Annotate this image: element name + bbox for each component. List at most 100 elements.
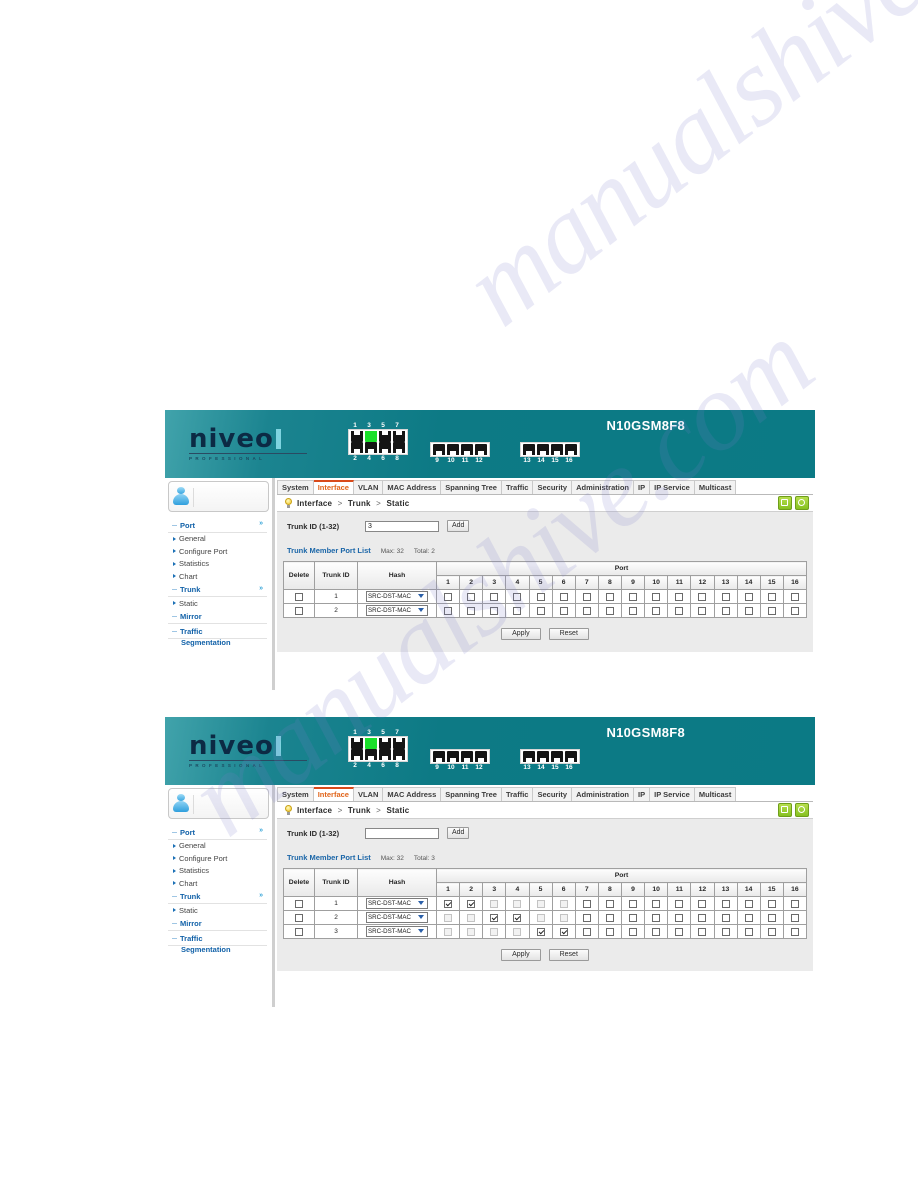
collapse-icon[interactable]: » <box>259 585 263 592</box>
sidebar-group-mirror[interactable]: Mirror <box>168 918 267 931</box>
tab-administration[interactable]: Administration <box>572 480 635 494</box>
port-checkbox-8[interactable] <box>605 927 614 936</box>
sidebar-item-statistics[interactable]: Statistics <box>168 558 272 571</box>
breadcrumb-level-3[interactable]: Static <box>386 806 409 815</box>
tab-system[interactable]: System <box>277 480 314 494</box>
port-checkbox-7[interactable] <box>582 899 591 908</box>
port-checkbox-5[interactable] <box>536 606 545 615</box>
tab-ip[interactable]: IP <box>634 480 651 494</box>
delete-checkbox[interactable] <box>295 927 303 936</box>
port-checkbox-6[interactable] <box>559 592 568 601</box>
port-checkbox-1[interactable] <box>444 606 453 615</box>
tab-system[interactable]: System <box>277 787 314 801</box>
sidebar-item-general[interactable]: General <box>168 840 272 853</box>
port-checkbox-6[interactable] <box>559 606 568 615</box>
port-checkbox-2[interactable] <box>467 592 476 601</box>
port-checkbox-12[interactable] <box>698 927 707 936</box>
tab-multicast[interactable]: Multicast <box>694 787 737 801</box>
sidebar-item-configure-port[interactable]: Configure Port <box>168 852 272 865</box>
tab-interface[interactable]: Interface <box>313 480 354 494</box>
user-box[interactable] <box>168 788 269 819</box>
breadcrumb-level-1[interactable]: Interface <box>297 499 332 508</box>
sidebar-group-traffic[interactable]: Traffic <box>168 625 267 639</box>
port-checkbox-15[interactable] <box>767 606 776 615</box>
port-checkbox-13[interactable] <box>721 899 730 908</box>
sidebar-group-trunk[interactable]: Trunk » <box>168 891 267 904</box>
port-checkbox-7[interactable] <box>582 606 591 615</box>
port-checkbox-9[interactable] <box>629 592 638 601</box>
port-checkbox-12[interactable] <box>698 592 707 601</box>
tab-mac-address[interactable]: MAC Address <box>383 787 442 801</box>
refresh-icon[interactable] <box>795 496 809 510</box>
port-checkbox-16[interactable] <box>790 592 799 601</box>
port-checkbox-8[interactable] <box>605 606 614 615</box>
reset-button[interactable]: Reset <box>548 949 589 961</box>
port-checkbox-13[interactable] <box>721 592 730 601</box>
collapse-icon[interactable]: » <box>259 827 263 834</box>
breadcrumb-level-3[interactable]: Static <box>386 499 409 508</box>
port-checkbox-11[interactable] <box>675 606 684 615</box>
save-icon[interactable] <box>778 803 792 817</box>
port-checkbox-12[interactable] <box>698 899 707 908</box>
port-checkbox-14[interactable] <box>744 606 753 615</box>
tab-mac-address[interactable]: MAC Address <box>383 480 442 494</box>
port-checkbox-9[interactable] <box>629 606 638 615</box>
hash-select[interactable]: SRC-DST-MACSRC-MACDST-MACSRC-DST-IPSRC-I… <box>366 898 428 909</box>
tab-security[interactable]: Security <box>533 787 573 801</box>
port-checkbox-16[interactable] <box>790 913 799 922</box>
apply-button[interactable]: Apply <box>501 628 541 640</box>
port-checkbox-4[interactable] <box>513 592 522 601</box>
port-checkbox-8[interactable] <box>605 913 614 922</box>
port-checkbox-12[interactable] <box>698 913 707 922</box>
port-checkbox-14[interactable] <box>744 913 753 922</box>
delete-checkbox[interactable] <box>295 592 303 601</box>
port-checkbox-3[interactable] <box>490 606 499 615</box>
tab-spanning-tree[interactable]: Spanning Tree <box>441 787 502 801</box>
apply-button[interactable]: Apply <box>501 949 541 961</box>
add-button[interactable]: Add <box>447 827 470 839</box>
tab-traffic[interactable]: Traffic <box>501 480 534 494</box>
port-checkbox-16[interactable] <box>790 606 799 615</box>
port-checkbox-15[interactable] <box>767 927 776 936</box>
port-checkbox-13[interactable] <box>721 606 730 615</box>
collapse-icon[interactable]: » <box>259 520 263 527</box>
refresh-icon[interactable] <box>795 803 809 817</box>
delete-checkbox[interactable] <box>295 913 303 922</box>
sidebar-item-statistics[interactable]: Statistics <box>168 865 272 878</box>
hash-select[interactable]: SRC-DST-MACSRC-MACDST-MACSRC-DST-IPSRC-I… <box>366 591 428 602</box>
port-checkbox-2[interactable] <box>467 899 476 908</box>
breadcrumb-level-2[interactable]: Trunk <box>348 806 371 815</box>
save-icon[interactable] <box>778 496 792 510</box>
port-checkbox-10[interactable] <box>652 913 661 922</box>
sidebar-group-mirror[interactable]: Mirror <box>168 611 267 624</box>
add-button[interactable]: Add <box>447 520 470 532</box>
port-checkbox-9[interactable] <box>629 899 638 908</box>
port-checkbox-11[interactable] <box>675 592 684 601</box>
sidebar-group-label-cont[interactable]: Segmentation <box>168 945 272 954</box>
delete-checkbox[interactable] <box>295 899 303 908</box>
breadcrumb-level-1[interactable]: Interface <box>297 806 332 815</box>
sidebar-group-trunk[interactable]: Trunk » <box>168 584 267 597</box>
sidebar-item-configure-port[interactable]: Configure Port <box>168 545 272 558</box>
port-checkbox-13[interactable] <box>721 913 730 922</box>
user-box[interactable] <box>168 481 269 512</box>
port-checkbox-6[interactable] <box>559 927 568 936</box>
tab-ip[interactable]: IP <box>634 787 651 801</box>
port-checkbox-14[interactable] <box>744 927 753 936</box>
sidebar-group-traffic[interactable]: Traffic <box>168 932 267 946</box>
port-checkbox-8[interactable] <box>605 592 614 601</box>
port-checkbox-11[interactable] <box>675 899 684 908</box>
port-checkbox-14[interactable] <box>744 899 753 908</box>
tab-ip-service[interactable]: IP Service <box>650 480 695 494</box>
port-checkbox-1[interactable] <box>444 592 453 601</box>
port-checkbox-3[interactable] <box>490 592 499 601</box>
sidebar-item-chart[interactable]: Chart <box>168 570 272 583</box>
tab-administration[interactable]: Administration <box>572 787 635 801</box>
port-checkbox-10[interactable] <box>652 927 661 936</box>
port-checkbox-5[interactable] <box>536 927 545 936</box>
sidebar-item-static[interactable]: Static <box>168 904 272 917</box>
sidebar-item-static[interactable]: Static <box>168 597 272 610</box>
trunk-id-input[interactable] <box>365 827 439 839</box>
port-checkbox-7[interactable] <box>582 927 591 936</box>
tab-multicast[interactable]: Multicast <box>694 480 737 494</box>
